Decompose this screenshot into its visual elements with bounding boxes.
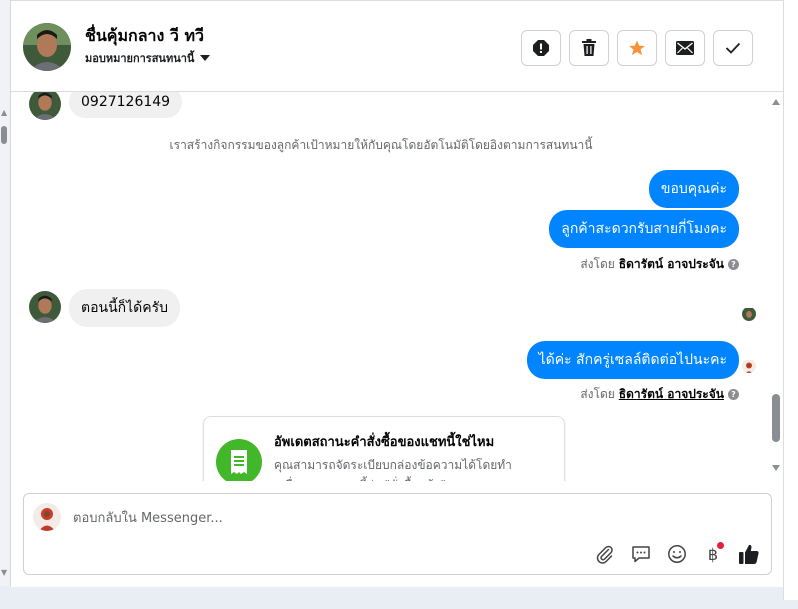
like-button[interactable] <box>737 542 761 566</box>
scroll-up-icon[interactable] <box>772 99 780 105</box>
card-body: คุณสามารถจัดระเบียบกล่องข้อความได้โดยทำเ… <box>274 458 512 481</box>
sent-by-label: ส่งโดย <box>580 257 615 271</box>
smiley-icon <box>668 545 686 563</box>
message-scrollbar[interactable] <box>769 92 783 481</box>
paperclip-icon <box>596 545 613 564</box>
message-bubble-incoming[interactable]: ตอนนี้ก็ได้ครับ <box>69 289 181 327</box>
contact-avatar-small <box>29 92 61 120</box>
order-document-icon <box>216 439 262 481</box>
reply-input[interactable] <box>71 506 735 530</box>
message-bubble-outgoing[interactable]: ได้ค่ะ สักครู่เซลล์ติดต่อไปนะคะ <box>526 341 739 379</box>
window-edge <box>783 0 798 600</box>
contact-name: ชื่นคุ้มกลาง วี ทวี <box>85 26 204 45</box>
message-list[interactable]: 0927126149 เราสร้างกิจกรรมของลูกค้าเป้าห… <box>11 92 783 481</box>
system-note: เราสร้างกิจกรรมของลูกค้าเป้าหมายให้กับคุ… <box>169 138 593 152</box>
contact-avatar-small <box>29 291 61 323</box>
agent-avatar <box>33 503 61 531</box>
card-title: อัพเดตสถานะคำสั่งซื้อของแชทนี้ใช่ไหม <box>274 435 495 450</box>
scroll-up-arrow-icon[interactable]: ▲ <box>1 108 7 117</box>
saved-replies-button[interactable] <box>629 542 653 566</box>
attach-button[interactable] <box>593 542 617 566</box>
header-actions <box>521 30 753 66</box>
help-icon[interactable]: ? <box>728 259 739 270</box>
message-bubble-outgoing[interactable]: ลูกค้าสะดวกรับสายกี่โมงคะ <box>549 210 739 248</box>
sent-by-line: ส่งโดย ธิดารัตน์ อาจประจัน ? <box>580 255 739 274</box>
done-button[interactable] <box>713 30 753 66</box>
assign-conversation-dropdown[interactable]: มอบหมายการสนทนานี้ <box>85 49 211 67</box>
seen-avatar <box>742 307 756 321</box>
caret-down-icon <box>200 55 211 61</box>
left-scroll-thumb[interactable] <box>1 126 7 144</box>
message-bubble-incoming[interactable]: 0927126149 <box>69 92 183 118</box>
assign-label: มอบหมายการสนทนานี้ <box>85 52 195 65</box>
conversation-header: ชื่นคุ้มกลาง วี ทวี มอบหมายการสนทนานี้ <box>11 1 783 92</box>
star-button[interactable] <box>617 30 657 66</box>
delete-button[interactable] <box>569 30 609 66</box>
payment-button[interactable]: ฿ <box>701 542 725 566</box>
left-scrollbar[interactable]: ▲ ▼ <box>0 0 11 586</box>
sent-by-line: ส่งโดย ธิดารัตน์ อาจประจัน ? <box>580 385 739 404</box>
thumbs-up-icon <box>739 544 759 564</box>
conversation-panel: ชื่นคุ้มกลาง วี ทวี มอบหมายการสนทนานี้ 0… <box>11 0 783 587</box>
scroll-down-arrow-icon[interactable]: ▼ <box>1 568 7 577</box>
check-icon <box>725 42 741 54</box>
agent-name: ธิดารัตน์ อาจประจัน <box>618 257 724 271</box>
order-status-card[interactable]: อัพเดตสถานะคำสั่งซื้อของแชทนี้ใช่ไหม คุณ… <box>203 416 565 481</box>
star-icon <box>629 40 645 56</box>
chat-bubble-icon <box>632 546 650 563</box>
trash-icon <box>582 39 596 56</box>
envelope-icon <box>676 41 694 55</box>
notification-dot <box>717 542 724 549</box>
help-icon[interactable]: ? <box>728 389 739 400</box>
sent-by-label: ส่งโดย <box>580 387 615 401</box>
scroll-down-icon[interactable] <box>772 465 780 471</box>
seen-avatar-agent <box>742 359 756 373</box>
reply-composer: ฿ <box>23 493 772 575</box>
spam-button[interactable] <box>521 30 561 66</box>
agent-name-link[interactable]: ธิดารัตน์ อาจประจัน <box>619 385 724 404</box>
emoji-button[interactable] <box>665 542 689 566</box>
scroll-thumb[interactable] <box>772 394 780 442</box>
message-bubble-outgoing[interactable]: ขอบคุณค่ะ <box>648 170 739 208</box>
mark-unread-button[interactable] <box>665 30 705 66</box>
alert-icon <box>533 40 549 56</box>
composer-tools: ฿ <box>593 542 761 566</box>
contact-avatar[interactable] <box>23 23 71 71</box>
